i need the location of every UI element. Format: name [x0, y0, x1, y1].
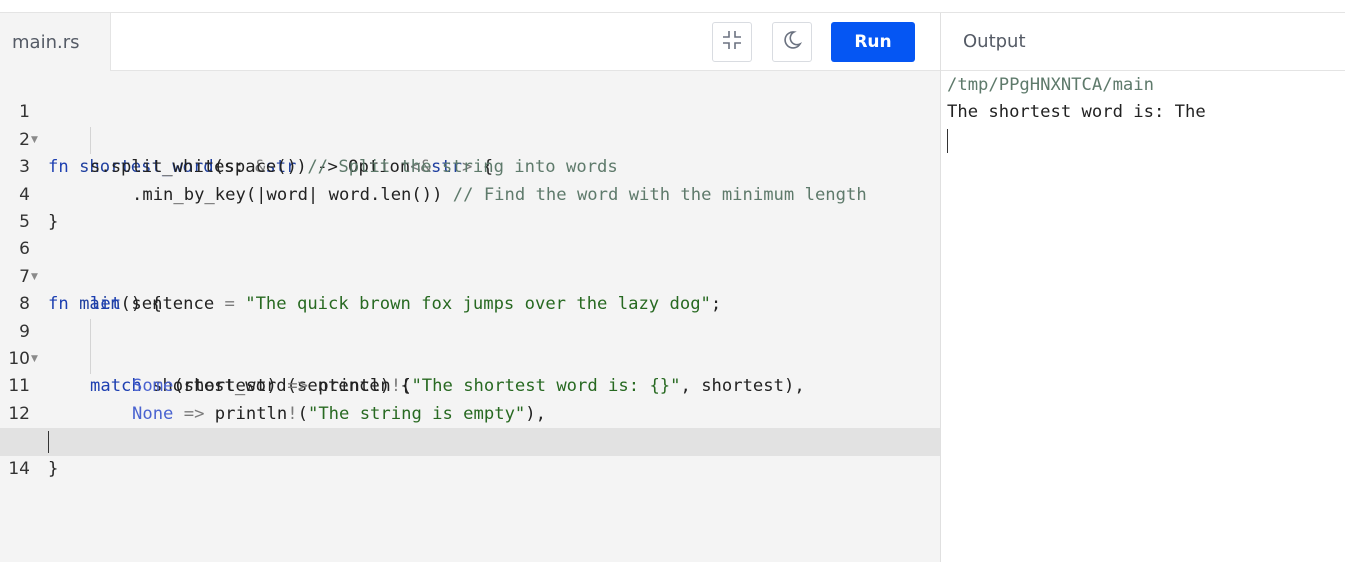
code-line: 6 ▼ fn main() { [0, 209, 940, 314]
moon-icon [781, 29, 803, 55]
code-line: 11 None => println!("The string is empty… [0, 346, 940, 423]
code-line: 9 ▼ match shortest_word(sentence) { [0, 291, 940, 397]
output-line: The shortest word is: The [947, 102, 1206, 123]
code-line: 5 [0, 182, 940, 232]
code-line: 3 .min_by_key(|word| word.len()) // Find… [0, 127, 940, 204]
active-code-line: 14 [0, 428, 940, 479]
code-editor[interactable]: 1 ▼ fn shortest_word(s: &str) -> Option<… [0, 72, 940, 562]
dark-mode-toggle[interactable] [772, 22, 812, 62]
run-button[interactable]: Run [831, 22, 915, 62]
editor-app: main.rs Run 1 ▼ fn shortest_word(s: &str… [0, 12, 1345, 562]
output-panel: Output /tmp/PPgHNXNTCA/main The shortest… [941, 13, 1345, 562]
output-console[interactable]: /tmp/PPgHNXNTCA/main The shortest word i… [947, 72, 1345, 153]
code-line: 13 } [0, 401, 940, 478]
output-line: /tmp/PPgHNXNTCA/main [947, 75, 1154, 95]
code-line: 8 [0, 264, 940, 314]
file-tab-main-rs[interactable]: main.rs [0, 13, 111, 71]
editor-panel: main.rs Run 1 ▼ fn shortest_word(s: &str… [0, 13, 941, 562]
line-number: 14 [8, 458, 30, 479]
code-line: 10 Some(shortest) => println!("The short… [0, 319, 940, 396]
output-title: Output [941, 13, 1345, 71]
text-cursor [48, 431, 49, 454]
code-line: 7 let sentence = "The quick brown fox ju… [0, 236, 940, 314]
code-line: 4 } [0, 154, 940, 232]
code-line: 2 s.split_whitespace() // Split the stri… [0, 99, 940, 177]
editor-toolbar: main.rs Run [0, 13, 940, 71]
collapse-icon [721, 29, 743, 55]
output-cursor [947, 128, 948, 153]
code-line: 12 } [0, 373, 940, 451]
code-line: 1 ▼ fn shortest_word(s: &str) -> Option<… [0, 72, 940, 177]
collapse-button[interactable] [712, 22, 752, 62]
